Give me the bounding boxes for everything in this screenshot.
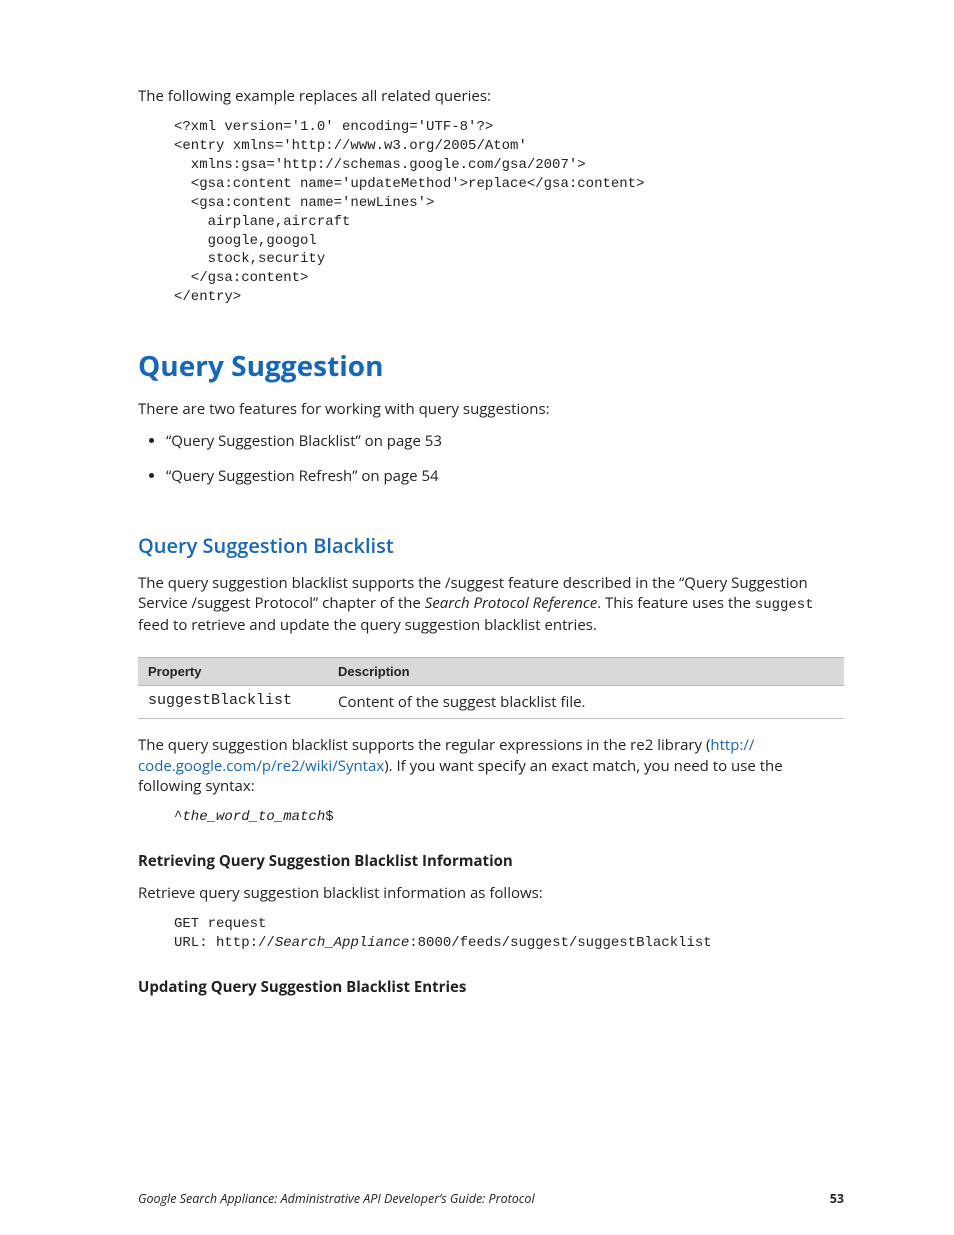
page-footer: Google Search Appliance: Administrative …: [138, 1190, 844, 1207]
features-paragraph: There are two features for working with …: [138, 399, 844, 419]
text-run: feed to retrieve and update the query su…: [138, 615, 597, 635]
blacklist-desc-paragraph: The query suggestion blacklist supports …: [138, 573, 844, 635]
list-item: “Query Suggestion Refresh” on page 54: [166, 466, 844, 486]
code-text-italic: the_word_to_match: [182, 809, 325, 825]
table-cell-description: Content of the suggest blacklist file.: [328, 686, 844, 719]
page-content: The following example replaces all relat…: [0, 0, 954, 1049]
link-text: code.google.com/p/re2/wiki/Syntax: [138, 756, 384, 776]
intro-paragraph: The following example replaces all relat…: [138, 86, 844, 106]
text-run-italic: Search Protocol Reference: [425, 593, 597, 613]
subhead-retrieving: Retrieving Query Suggestion Blacklist In…: [138, 851, 844, 871]
link-text: http://: [710, 735, 754, 755]
code-block-xml: <?xml version='1.0' encoding='UTF-8'?> <…: [174, 118, 844, 307]
code-block-get: GET request URL: http://Search_Appliance…: [174, 915, 844, 953]
code-text: GET request URL: http://: [174, 916, 275, 951]
table-header-row: Property Description: [138, 658, 844, 686]
footer-page-number: 53: [830, 1190, 844, 1207]
retrieve-paragraph: Retrieve query suggestion blacklist info…: [138, 883, 844, 903]
list-item: “Query Suggestion Blacklist” on page 53: [166, 431, 844, 451]
property-table: Property Description suggestBlacklist Co…: [138, 657, 844, 719]
table-row: suggestBlacklist Content of the suggest …: [138, 686, 844, 719]
features-list: “Query Suggestion Blacklist” on page 53 …: [138, 431, 844, 486]
code-text-italic: Search_Appliance: [275, 935, 409, 951]
subhead-updating: Updating Query Suggestion Blacklist Entr…: [138, 977, 844, 997]
heading-query-suggestion: Query Suggestion: [138, 347, 844, 385]
text-run: . This feature uses the: [597, 593, 755, 613]
regex-paragraph: The query suggestion blacklist supports …: [138, 735, 844, 796]
table-header-description: Description: [328, 658, 844, 686]
code-text: :8000/feeds/suggest/suggestBlacklist: [409, 935, 711, 951]
text-run: The query suggestion blacklist supports …: [138, 735, 710, 755]
text-run-mono: suggest: [755, 597, 814, 613]
heading-blacklist: Query Suggestion Blacklist: [138, 532, 844, 559]
table-cell-property: suggestBlacklist: [138, 686, 328, 719]
code-block-regex: ^the_word_to_match$: [174, 808, 844, 827]
table-header-property: Property: [138, 658, 328, 686]
footer-title: Google Search Appliance: Administrative …: [138, 1190, 535, 1207]
code-text: $: [325, 809, 333, 825]
